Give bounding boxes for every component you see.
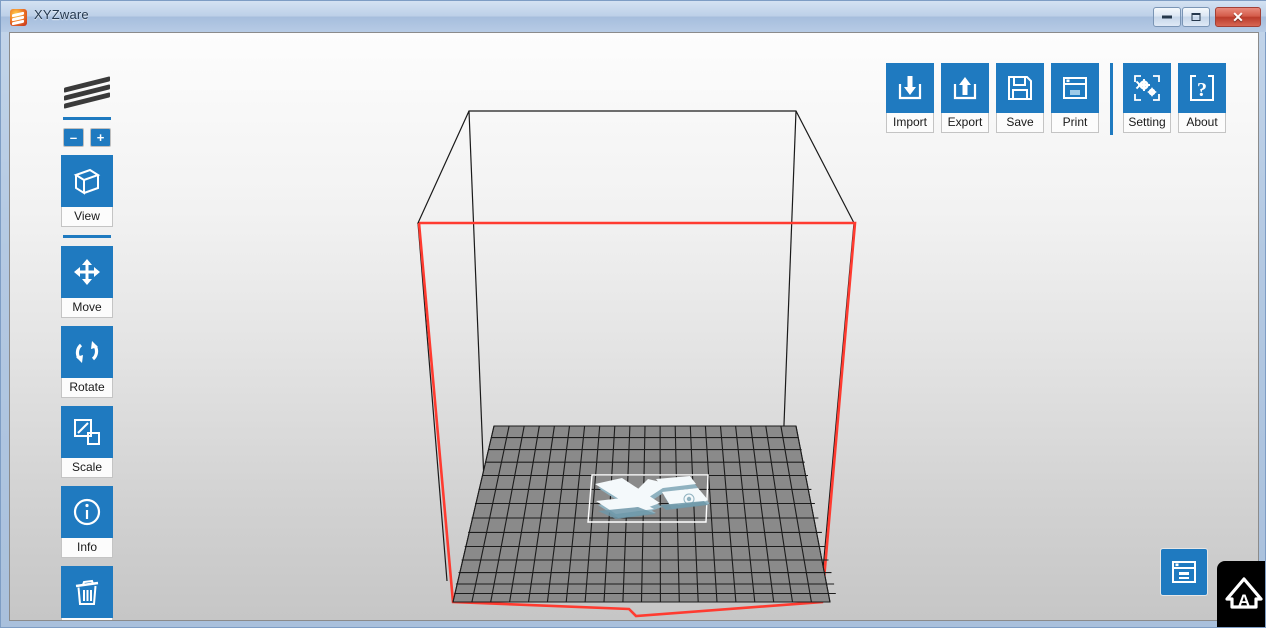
left-toolbar: – + View Move Rotate Scale Info [57, 68, 119, 620]
toolbar-separator-top [63, 117, 111, 120]
toolbar-separator-mid [63, 235, 111, 238]
scale-tool-button[interactable]: Scale [61, 406, 113, 478]
window-title: XYZware [34, 7, 89, 22]
minimize-icon [1162, 15, 1172, 19]
gears-icon [1123, 63, 1171, 113]
svg-text:A: A [1238, 591, 1250, 610]
question-mark-icon: ? [1178, 63, 1226, 113]
close-button[interactable]: ✕ [1215, 7, 1261, 27]
scale-tool-label: Scale [61, 458, 113, 478]
print-button[interactable]: Print [1051, 63, 1099, 133]
3d-viewport[interactable]: – + View Move Rotate Scale Info Import E… [10, 33, 1258, 620]
about-label: About [1178, 113, 1226, 133]
print-label: Print [1051, 113, 1099, 133]
floppy-disk-icon [996, 63, 1044, 113]
import-label: Import [886, 113, 934, 133]
setting-label: Setting [1123, 113, 1171, 133]
print-window-icon [1051, 63, 1099, 113]
move-arrows-icon [61, 246, 113, 298]
move-tool-button[interactable]: Move [61, 246, 113, 318]
print-panel-button[interactable] [1160, 548, 1208, 596]
view-tool-label: View [61, 207, 113, 227]
client-area: – + View Move Rotate Scale Info Import E… [9, 32, 1259, 621]
rotate-tool-label: Rotate [61, 378, 113, 398]
move-tool-label: Move [61, 298, 113, 318]
svg-text:?: ? [1197, 79, 1207, 101]
minimize-button[interactable] [1153, 7, 1181, 27]
info-tool-label: Info [61, 538, 113, 558]
export-button[interactable]: Export [941, 63, 989, 133]
close-icon: ✕ [1232, 9, 1244, 25]
rotate-icon [61, 326, 113, 378]
cube-icon [61, 155, 113, 207]
zoom-out-button[interactable]: – [63, 128, 84, 147]
top-toolbar: Import Export Save Print Setting ? About [886, 63, 1226, 135]
a-logo-icon: A [1225, 577, 1263, 610]
title-bar: XYZware ✕ [1, 1, 1266, 32]
maximize-icon [1191, 13, 1201, 21]
save-label: Save [996, 113, 1044, 133]
layers-icon [64, 76, 112, 110]
remove-tool-button[interactable]: Remove [61, 566, 113, 620]
application-window: XYZware ✕ – + View Move Rotate Scale Inf… [0, 0, 1266, 628]
export-arrow-up-icon [941, 63, 989, 113]
save-button[interactable]: Save [996, 63, 1044, 133]
info-circle-icon [61, 486, 113, 538]
export-label: Export [941, 113, 989, 133]
toolbar-vertical-separator [1110, 63, 1113, 135]
watermark-overlay: A [1217, 561, 1265, 627]
maximize-button[interactable] [1182, 7, 1210, 27]
info-tool-button[interactable]: Info [61, 486, 113, 558]
zoom-controls: – + [63, 128, 119, 147]
print-window-icon [1172, 561, 1196, 583]
setting-button[interactable]: Setting [1123, 63, 1171, 133]
xyzware-logo-icon [10, 9, 27, 26]
trash-icon [61, 566, 113, 618]
import-button[interactable]: Import [886, 63, 934, 133]
view-tool-button[interactable]: View [61, 155, 113, 227]
about-button[interactable]: ? About [1178, 63, 1226, 133]
remove-tool-label: Remove [61, 618, 113, 620]
zoom-in-button[interactable]: + [90, 128, 111, 147]
import-arrow-down-icon [886, 63, 934, 113]
scale-icon [61, 406, 113, 458]
rotate-tool-button[interactable]: Rotate [61, 326, 113, 398]
